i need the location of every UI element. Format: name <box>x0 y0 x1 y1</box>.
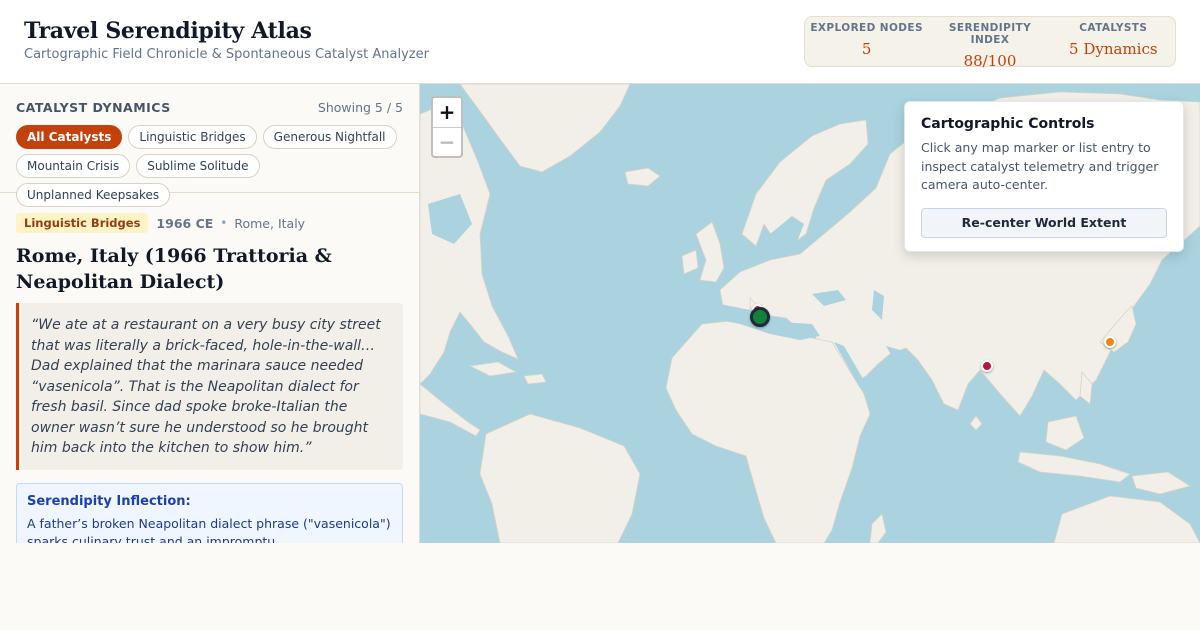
entry-year: 1966 CE <box>156 215 214 231</box>
stat-value: 5 <box>861 40 872 58</box>
stat-value: 88/100 <box>963 52 1017 70</box>
catalyst-filter-panel: CATALYST DYNAMICS Showing 5 / 5 All Cata… <box>0 84 419 207</box>
chip-all-catalysts[interactable]: All Catalysts <box>16 125 123 149</box>
landmass-sri-lanka <box>969 415 983 431</box>
stat-explored-nodes: EXPLORED NODES 5 <box>805 17 928 66</box>
landmass-africa <box>665 319 871 543</box>
stat-label: CATALYSTS <box>1079 22 1148 34</box>
recenter-world-button[interactable]: Re-center World Extent <box>921 207 1167 238</box>
landmass-britain <box>695 221 725 283</box>
landmass-borneo <box>1045 415 1085 451</box>
stat-value: 5 Dynamics <box>1069 40 1158 58</box>
landmass-ireland <box>681 249 699 275</box>
serendipity-inflection-box: Serendipity Inflection: A father’s broke… <box>16 482 403 544</box>
landmass-hispaniola <box>523 373 547 385</box>
landmass-madagascar <box>869 513 887 543</box>
marker-rome-selected[interactable] <box>750 307 770 327</box>
controls-description: Click any map marker or list entry to in… <box>921 140 1159 192</box>
stat-label: EXPLORED NODES <box>810 22 923 34</box>
marker-japan[interactable] <box>1104 336 1116 348</box>
app-subtitle: Cartographic Field Chronicle & Spontaneo… <box>24 47 429 62</box>
app-title: Travel Serendipity Atlas <box>24 18 312 44</box>
sidebar: CATALYST DYNAMICS Showing 5 / 5 All Cata… <box>0 84 420 543</box>
marker-himalaya[interactable] <box>981 360 993 372</box>
entry-place: Rome, Italy <box>234 215 306 231</box>
landmass-cuba <box>468 361 518 377</box>
entry-title: Rome, Italy (1966 Trattoria & Neapolitan… <box>16 245 332 293</box>
stat-serendipity-index: SERENDIPITY INDEX 88/100 <box>928 17 1051 70</box>
world-map[interactable]: + − Cartographic Controls Click any map … <box>420 84 1200 543</box>
app-header: Travel Serendipity Atlas Cartographic Fi… <box>0 0 1200 84</box>
landmass-australia <box>1053 495 1200 543</box>
entry-meta: Linguistic Bridges 1966 CE • Rome, Italy <box>16 212 403 234</box>
filter-title: CATALYST DYNAMICS <box>16 100 171 115</box>
entry-quote: “We ate at a restaurant on a very busy c… <box>16 303 403 470</box>
chip-linguistic-bridges[interactable]: Linguistic Bridges <box>128 125 257 149</box>
meta-separator: • <box>220 216 228 230</box>
landmass-iceland <box>624 167 661 187</box>
landmass-new-guinea <box>1131 471 1191 495</box>
stats-panel: EXPLORED NODES 5 SERENDIPITY INDEX 88/10… <box>804 16 1176 70</box>
landmass-indonesia <box>1017 451 1131 483</box>
landmass-greenland <box>459 84 631 173</box>
cartographic-controls-panel: Cartographic Controls Click any map mark… <box>904 101 1184 252</box>
chip-sublime-solitude[interactable]: Sublime Solitude <box>136 154 260 178</box>
chip-generous-nightfall[interactable]: Generous Nightfall <box>262 125 397 149</box>
entry-detail: Linguistic Bridges 1966 CE • Rome, Italy… <box>16 212 403 543</box>
controls-title: Cartographic Controls <box>921 116 1095 132</box>
zoom-in-button[interactable]: + <box>433 98 461 127</box>
stat-catalysts: CATALYSTS 5 Dynamics <box>1052 17 1175 66</box>
stat-label: SERENDIPITY INDEX <box>948 22 1032 46</box>
filter-count: Showing 5 / 5 <box>317 100 403 115</box>
zoom-control: + − <box>431 96 463 158</box>
landmass-central-america <box>420 383 481 437</box>
inflection-title: Serendipity Inflection: <box>27 493 191 509</box>
chip-unplanned-keepsakes[interactable]: Unplanned Keepsakes <box>16 183 171 207</box>
category-badge: Linguistic Bridges <box>16 213 149 233</box>
chip-mountain-crisis[interactable]: Mountain Crisis <box>16 154 131 178</box>
landmass-south-america <box>479 413 641 543</box>
inflection-text: A father’s broken Neapolitan dialect phr… <box>27 515 391 544</box>
zoom-out-button[interactable]: − <box>433 127 461 156</box>
filter-chip-list: All Catalysts Linguistic Bridges Generou… <box>16 125 411 207</box>
